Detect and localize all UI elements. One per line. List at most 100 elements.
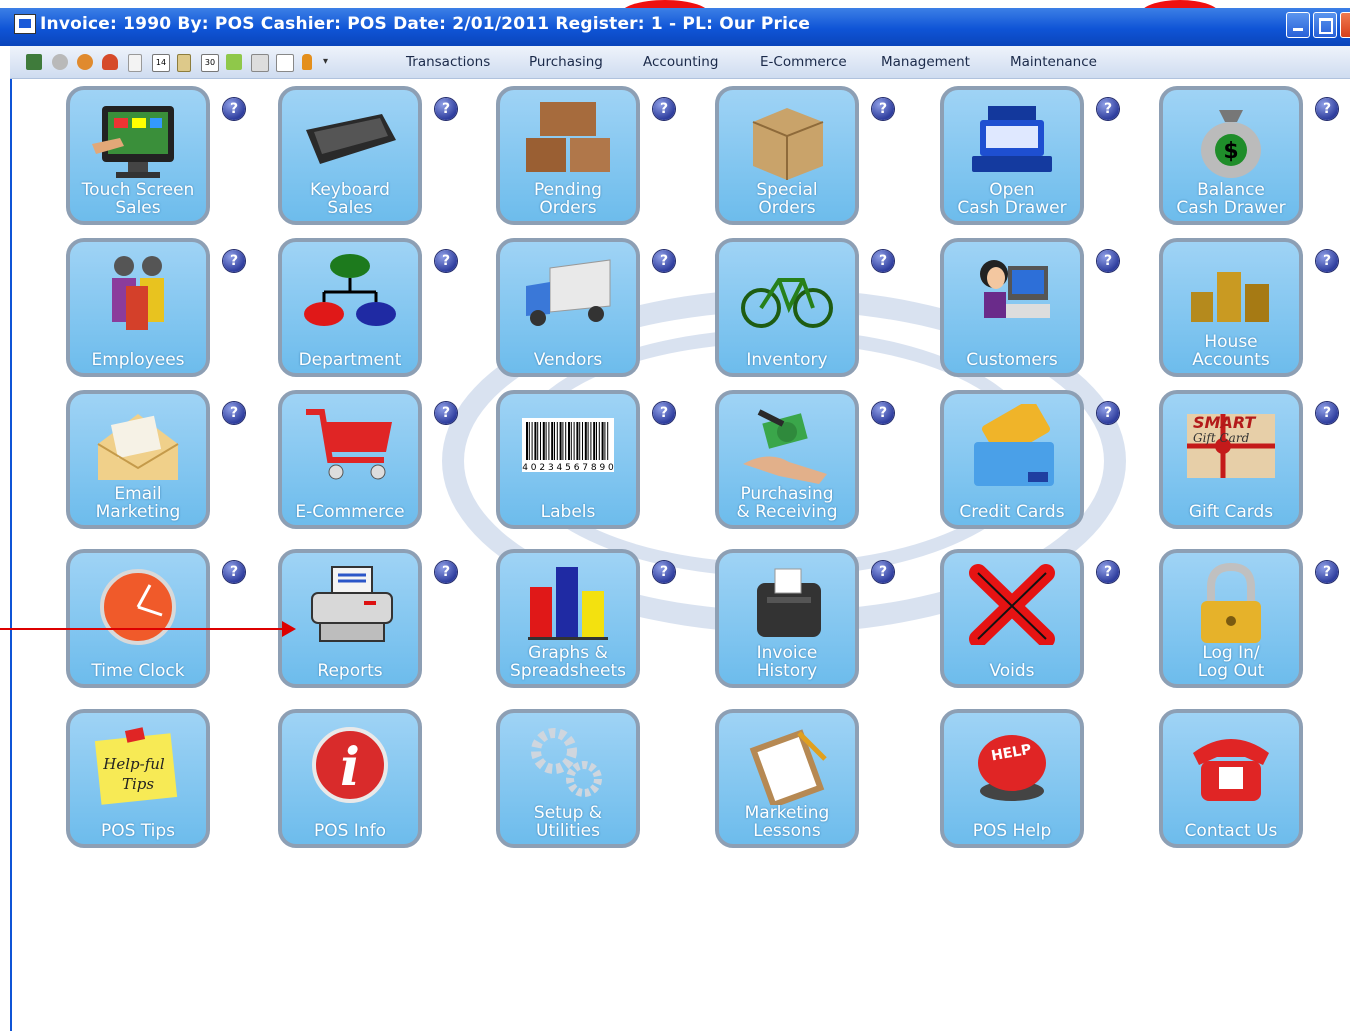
- tile-pos-info[interactable]: i POS Info: [278, 709, 422, 848]
- document-icon[interactable]: [128, 54, 142, 72]
- tile-balance-cash-drawer[interactable]: $ Balance Cash Drawer: [1159, 86, 1303, 225]
- help-icon[interactable]: ?: [872, 250, 894, 272]
- receipt-printer-icon: [757, 568, 821, 637]
- tile-label: Time Clock: [70, 662, 206, 680]
- tile-label-line: Customers: [966, 350, 1058, 370]
- help-icon[interactable]: ?: [223, 98, 245, 120]
- tile-reports[interactable]: Reports: [278, 549, 422, 688]
- tile-label-line: Voids: [989, 661, 1035, 681]
- help-icon[interactable]: ?: [223, 561, 245, 583]
- inventory-icon[interactable]: [26, 54, 42, 70]
- tile-labels[interactable]: 4 0 2 3 4 5 6 7 8 9 0 Labels: [496, 390, 640, 529]
- lock-icon[interactable]: [302, 54, 312, 70]
- tile-email-marketing[interactable]: Email Marketing: [66, 390, 210, 529]
- tile-label: House Accounts: [1163, 333, 1299, 369]
- help-icon[interactable]: ?: [1316, 402, 1338, 424]
- tile-credit-cards[interactable]: Credit Cards: [940, 390, 1084, 529]
- tile-label-line: Department: [298, 350, 402, 370]
- tile-log-in-log-out[interactable]: Log In/Log Out: [1159, 549, 1303, 688]
- register-icon[interactable]: [251, 54, 269, 72]
- menu-management[interactable]: Management: [881, 54, 970, 70]
- calendar-14-icon[interactable]: 14: [152, 54, 170, 72]
- tile-house-accounts[interactable]: House Accounts: [1159, 238, 1303, 377]
- help-icon[interactable]: ?: [872, 402, 894, 424]
- help-icon[interactable]: ?: [1316, 250, 1338, 272]
- tile-label-line: Special: [756, 180, 818, 200]
- tile-touch-screen-sales[interactable]: Touch Screen Sales: [66, 86, 210, 225]
- tile-gift-cards[interactable]: SMART Gift Card Gift Cards: [1159, 390, 1303, 529]
- close-button[interactable]: [1340, 12, 1350, 38]
- help-icon[interactable]: ?: [653, 250, 675, 272]
- help-icon[interactable]: ?: [1097, 402, 1119, 424]
- menu-purchasing[interactable]: Purchasing: [529, 54, 603, 70]
- tile-setup-utilities[interactable]: Setup & Utilities: [496, 709, 640, 848]
- tile-label-line: Log In/: [1202, 643, 1260, 663]
- help-icon[interactable]: ?: [223, 402, 245, 424]
- menu-accounting[interactable]: Accounting: [643, 54, 718, 70]
- help-icon[interactable]: ?: [435, 561, 457, 583]
- help-icon[interactable]: ?: [653, 561, 675, 583]
- calendar-30-icon[interactable]: 30: [201, 54, 219, 72]
- help-icon[interactable]: ?: [1097, 98, 1119, 120]
- tile-invoice-history[interactable]: Invoice History: [715, 549, 859, 688]
- menu-e-commerce[interactable]: E-Commerce: [760, 54, 847, 70]
- minimize-button[interactable]: [1286, 12, 1310, 38]
- tile-special-orders[interactable]: Special Orders: [715, 86, 859, 225]
- help-icon[interactable]: ?: [653, 402, 675, 424]
- tile-label-line: Keyboard: [310, 180, 390, 200]
- help-icon[interactable]: ?: [872, 561, 894, 583]
- tile-contact-us[interactable]: Contact Us: [1159, 709, 1303, 848]
- tile-pos-help[interactable]: HELP POS Help: [940, 709, 1084, 848]
- tile-employees[interactable]: Employees: [66, 238, 210, 377]
- tile-department[interactable]: Department: [278, 238, 422, 377]
- tile-label-line: Touch Screen: [81, 180, 195, 200]
- help-icon[interactable]: ?: [435, 402, 457, 424]
- help-icon[interactable]: ?: [653, 98, 675, 120]
- customers-icon[interactable]: [77, 54, 93, 70]
- menu-maintenance[interactable]: Maintenance: [1010, 54, 1097, 70]
- tile-label: Email Marketing: [70, 485, 206, 521]
- mail-icon[interactable]: [226, 54, 242, 70]
- gear-icon[interactable]: [52, 54, 68, 70]
- tile-label: POS Help: [944, 822, 1080, 840]
- list-icon[interactable]: [177, 54, 191, 72]
- tile-e-commerce[interactable]: E-Commerce: [278, 390, 422, 529]
- tile-voids[interactable]: Voids: [940, 549, 1084, 688]
- help-icon[interactable]: ?: [435, 250, 457, 272]
- tile-label-line: Contact Us: [1184, 821, 1278, 841]
- help-button-icon: HELP: [978, 735, 1046, 801]
- dropdown-icon[interactable]: ▾: [323, 57, 331, 67]
- help-icon[interactable]: ?: [1316, 98, 1338, 120]
- tile-pending-orders[interactable]: Pending Orders: [496, 86, 640, 225]
- tile-customers[interactable]: Customers: [940, 238, 1084, 377]
- tile-pos-tips[interactable]: Help-ful Tips POS Tips: [66, 709, 210, 848]
- employee-icon[interactable]: [102, 54, 118, 70]
- tile-label: Vendors: [500, 351, 636, 369]
- credit-cards-icon: [974, 404, 1054, 486]
- maximize-button[interactable]: [1313, 12, 1337, 38]
- tile-label-line: Purchasing: [740, 484, 834, 504]
- svg-text:Gift Card: Gift Card: [1193, 431, 1250, 445]
- tile-graphs-spreadsheets[interactable]: Graphs & Spreadsheets: [496, 549, 640, 688]
- tile-label-line: Cash Drawer: [957, 198, 1067, 218]
- menu-transactions[interactable]: Transactions: [406, 54, 490, 70]
- help-icon[interactable]: ?: [435, 98, 457, 120]
- help-icon[interactable]: ?: [1097, 561, 1119, 583]
- window-icon[interactable]: [276, 54, 294, 72]
- tile-inventory[interactable]: Inventory: [715, 238, 859, 377]
- customer-computer-icon: [980, 260, 1050, 318]
- tile-marketing-lessons[interactable]: Marketing Lessons: [715, 709, 859, 848]
- help-icon[interactable]: ?: [872, 98, 894, 120]
- tile-open-cash-drawer[interactable]: Open Cash Drawer: [940, 86, 1084, 225]
- help-icon[interactable]: ?: [1097, 250, 1119, 272]
- help-icon[interactable]: ?: [223, 250, 245, 272]
- tile-time-clock[interactable]: Time Clock: [66, 549, 210, 688]
- tile-label-line: Marketing: [95, 502, 181, 522]
- tile-vendors[interactable]: Vendors: [496, 238, 640, 377]
- tile-purchasing-receiving[interactable]: Purchasing & Receiving: [715, 390, 859, 529]
- people-icon: [112, 256, 164, 330]
- help-icon[interactable]: ?: [1316, 561, 1338, 583]
- truck-icon: [526, 259, 611, 326]
- tile-label-line: Employees: [91, 350, 185, 370]
- tile-keyboard-sales[interactable]: Keyboard Sales: [278, 86, 422, 225]
